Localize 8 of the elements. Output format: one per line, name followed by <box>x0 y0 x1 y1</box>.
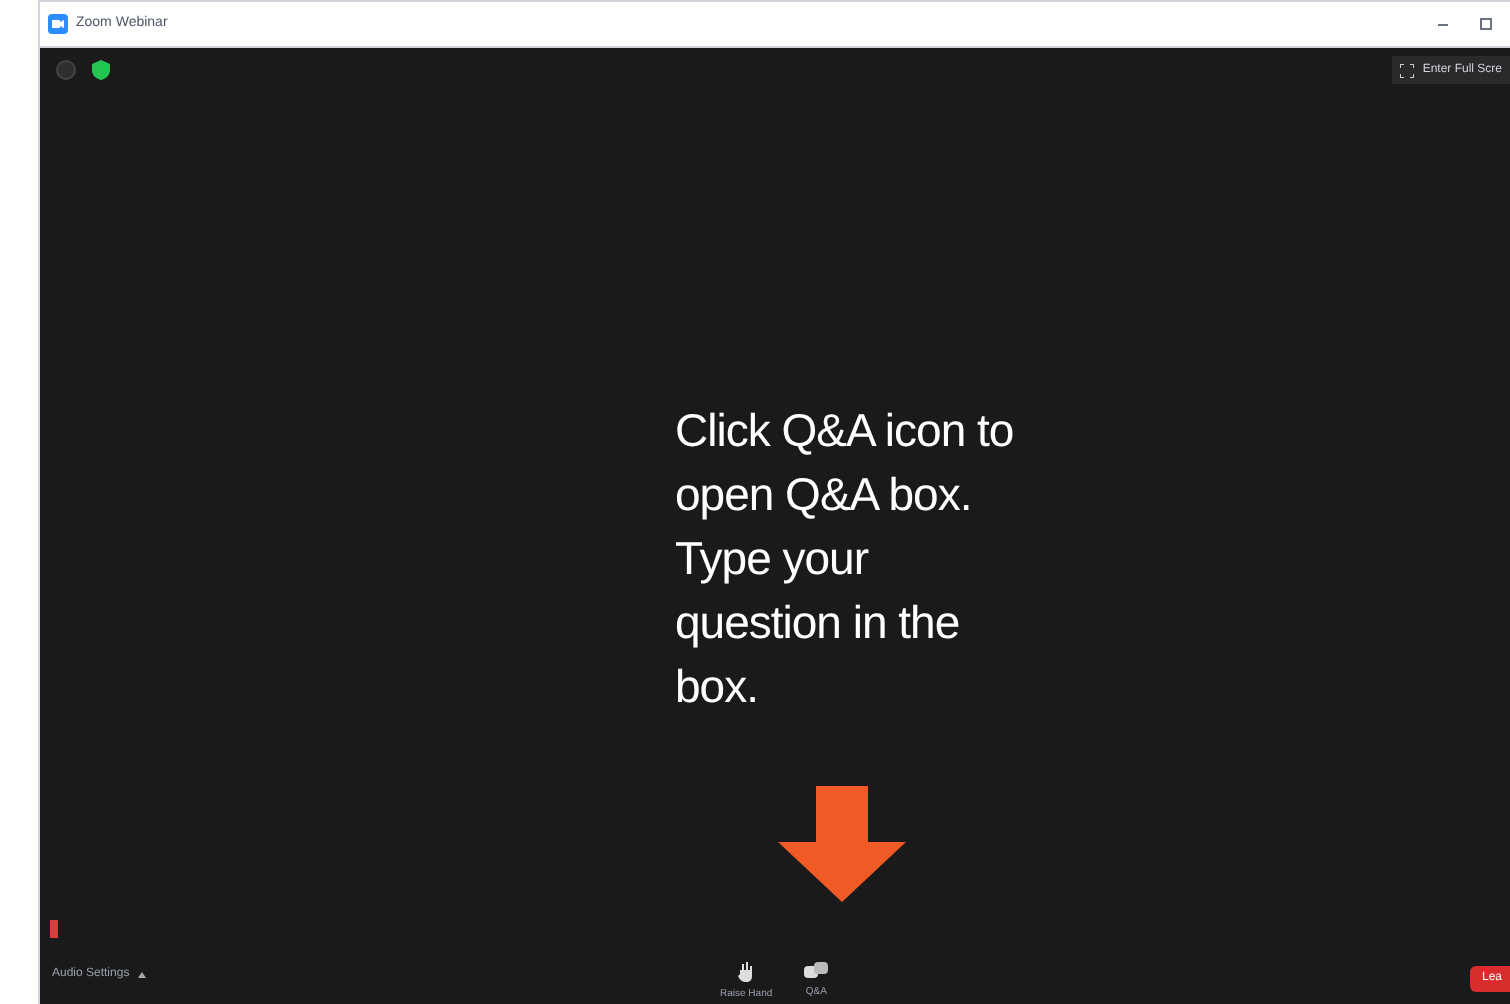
app-icon <box>48 14 68 34</box>
fullscreen-icon <box>1400 63 1415 77</box>
shield-icon[interactable] <box>92 60 110 80</box>
instruction-text: Click Q&A icon to open Q&A box. Type your question in the box. <box>675 402 1016 716</box>
caret-icon <box>137 972 146 978</box>
hand-icon <box>738 961 755 981</box>
chat-bubbles-icon <box>804 961 829 979</box>
down-arrow-icon <box>777 786 905 902</box>
